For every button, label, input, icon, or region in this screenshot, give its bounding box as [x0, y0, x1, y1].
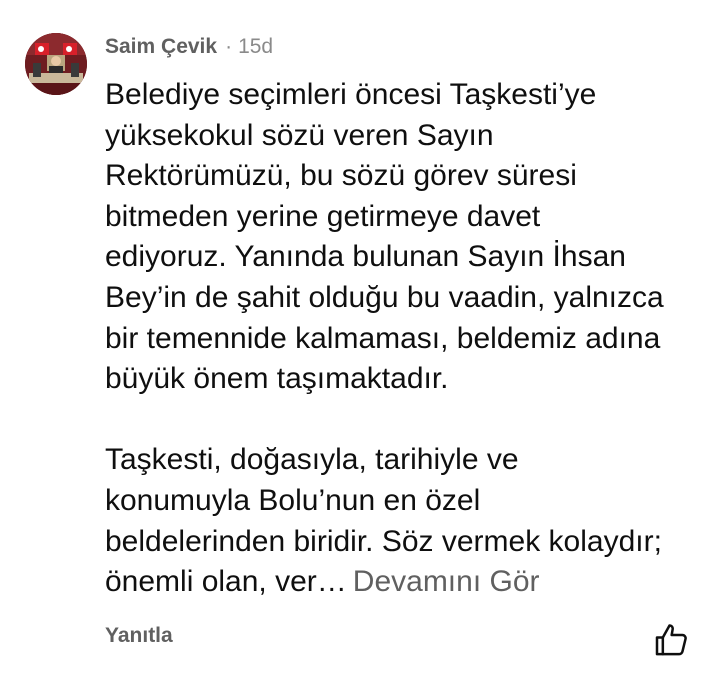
thumbs-up-icon: [655, 624, 687, 656]
comment-line: Rektörümüzü, bu sözü görev süresi: [105, 159, 577, 193]
comment-line-last: önemli olan, ver… Devamını Gör: [105, 562, 705, 603]
read-more-link[interactable]: Devamını Gör: [353, 565, 540, 598]
comment-line: Bey’in de şahit olduğu bu vaadin, yalnız…: [105, 280, 664, 314]
comment-line: bitmeden yerine getirmeye davet: [105, 199, 541, 233]
comment-line: beldelerinden biridir. Söz vermek kolayd…: [105, 524, 662, 558]
comment-line: ediyoruz. Yanında bulunan Sayın İhsan: [105, 240, 626, 274]
comment-line: Belediye seçimleri öncesi Taşkesti’ye: [105, 78, 597, 111]
comment-line: büyük önem taşımaktadır.: [105, 362, 449, 396]
like-button[interactable]: [652, 620, 692, 660]
comment-thread: Saim Çevik · 15d Belediye seçimleri önce…: [0, 0, 720, 691]
comment-line: konumuyla Bolu’nun en özel: [105, 483, 481, 517]
comment-line: bir temennide kalmaması, beldemiz adına: [105, 321, 661, 355]
comment-line: yüksekokul sözü veren Sayın: [105, 118, 494, 152]
avatar-photo: [25, 33, 87, 95]
reply-button[interactable]: Yanıtla: [105, 624, 173, 648]
header-separator: ·: [225, 35, 233, 58]
author-avatar[interactable]: [25, 33, 87, 95]
comment-body: Belediye seçimleri öncesi Taşkesti’ye yü…: [105, 75, 705, 603]
comment-header: Saim Çevik · 15d: [105, 34, 273, 60]
comment-line-text: önemli olan, ver…: [105, 565, 347, 599]
comment-line: Taşkesti, doğasıyla, tarihiyle ve: [105, 443, 519, 477]
comment-age: 15d: [238, 35, 274, 58]
author-name[interactable]: Saim Çevik: [105, 35, 217, 59]
